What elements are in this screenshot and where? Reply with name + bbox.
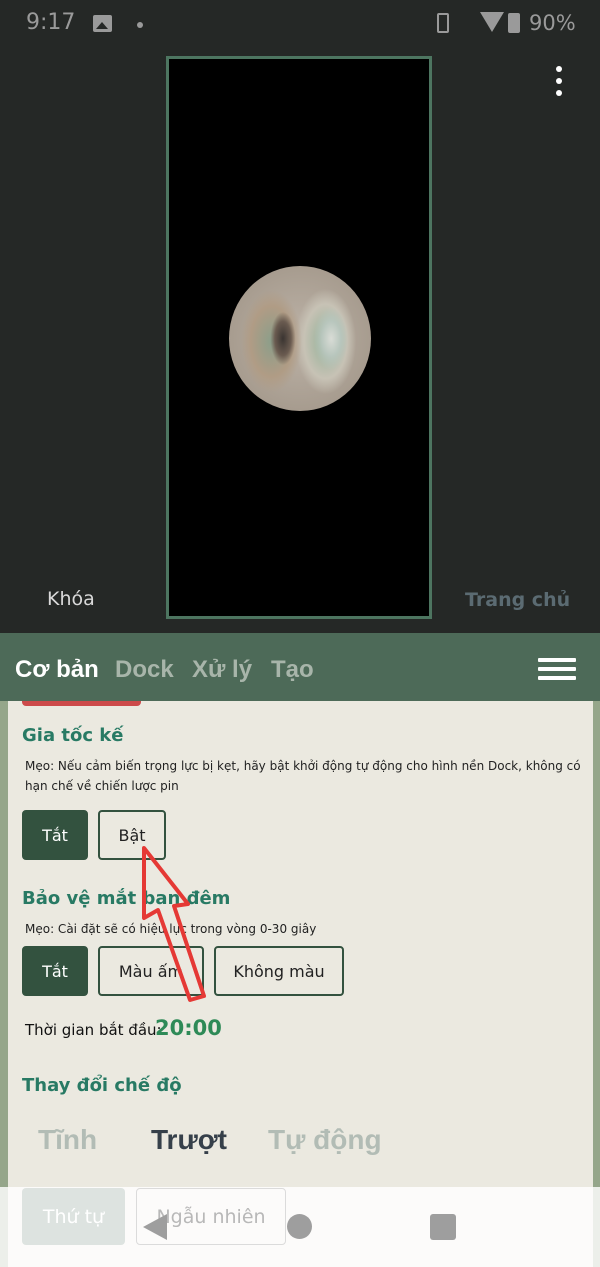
tab-dock[interactable]: Dock: [115, 656, 174, 684]
back-icon[interactable]: [143, 1214, 167, 1240]
night-eye-none-button[interactable]: Không màu: [214, 946, 344, 996]
mode-slide[interactable]: Trượt: [151, 1124, 227, 1156]
start-time-value[interactable]: 20:00: [155, 1016, 222, 1040]
accelerometer-off-button[interactable]: Tắt: [22, 810, 88, 860]
red-indicator: [22, 701, 141, 706]
wifi-icon: [480, 12, 504, 32]
tab-process[interactable]: Xử lý: [192, 656, 252, 684]
night-eye-off-button[interactable]: Tắt: [22, 946, 88, 996]
home-screen-label[interactable]: Trang chủ: [465, 589, 570, 611]
planet-image: [229, 266, 371, 411]
accelerometer-tip: Mẹo: Nếu cảm biến trọng lực bị kẹt, hãy …: [25, 759, 581, 793]
battery-icon: [508, 13, 520, 33]
start-time-label: Thời gian bắt đầu:: [25, 1021, 162, 1039]
status-bar: 9:17 90%: [0, 0, 600, 50]
recent-apps-icon[interactable]: [430, 1214, 456, 1240]
gallery-icon: [93, 15, 112, 32]
annotation-arrow: [142, 846, 206, 1002]
lock-screen-label[interactable]: Khóa: [47, 588, 95, 610]
mode-auto[interactable]: Tự động: [268, 1124, 382, 1156]
side-border-right: [593, 701, 600, 1267]
tab-create[interactable]: Tạo: [271, 656, 314, 684]
mode-change-title: Thay đổi chế độ: [22, 1075, 182, 1096]
tab-basic[interactable]: Cơ bản: [15, 656, 99, 684]
tab-bar: Cơ bản Dock Xử lý Tạo: [0, 633, 600, 701]
home-icon[interactable]: [287, 1214, 312, 1239]
more-options-icon[interactable]: [552, 66, 566, 102]
status-time: 9:17: [26, 10, 76, 35]
notification-dot-icon: [137, 22, 143, 28]
side-border-left: [0, 701, 8, 1267]
night-eye-tip: Mẹo: Cài đặt sẽ có hiệu lực trong vòng 0…: [25, 922, 317, 936]
accelerometer-title: Gia tốc kế: [22, 725, 124, 746]
menu-icon[interactable]: [538, 658, 576, 680]
battery-level: 90%: [529, 11, 576, 35]
order-sequential-button[interactable]: Thứ tự: [22, 1188, 125, 1245]
settings-panel: Gia tốc kế Mẹo: Nếu cảm biến trọng lực b…: [8, 701, 593, 1267]
vibrate-icon: [437, 13, 449, 33]
mode-static[interactable]: Tĩnh: [38, 1124, 97, 1156]
